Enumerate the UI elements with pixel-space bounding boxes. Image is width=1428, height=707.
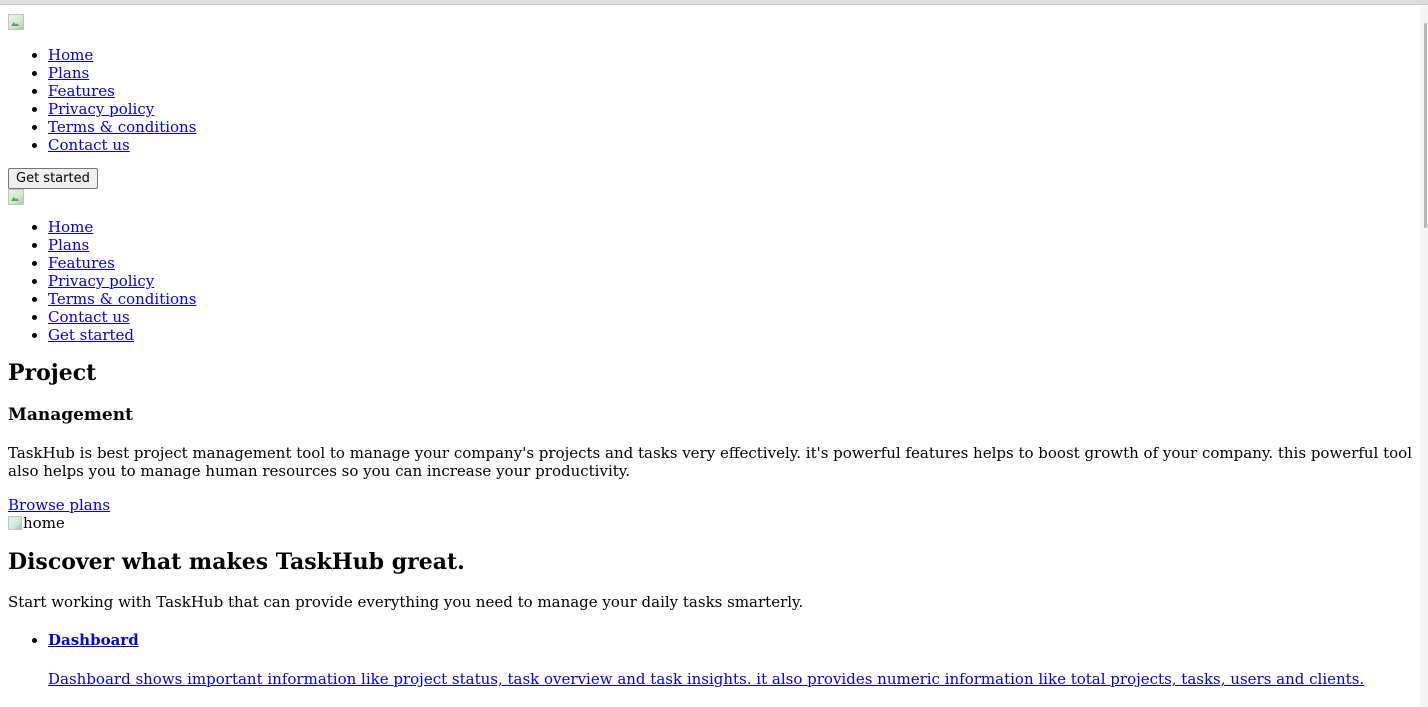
nav-item-privacy: Privacy policy: [48, 100, 1418, 118]
nav-item-features: Features: [48, 82, 1418, 100]
hero-subtitle: Management: [8, 405, 133, 425]
nav-item-plans: Plans: [48, 64, 1418, 82]
discover-intro: Start working with TaskHub that can prov…: [8, 593, 804, 611]
feature-title: Dashboard: [48, 631, 139, 649]
mobile-nav-item-get-started: Get started: [48, 326, 1418, 344]
logo-image: [8, 14, 24, 30]
hero-image-alt-text: home: [23, 514, 65, 532]
hero-title: Project: [8, 360, 97, 386]
nav-item-home: Home: [48, 46, 1418, 64]
mobile-nav-item-contact: Contact us: [48, 308, 1418, 326]
page-scrollbar[interactable]: [1420, 5, 1428, 707]
mobile-nav-link-terms[interactable]: Terms & conditions: [48, 290, 196, 308]
mobile-nav-link-get-started[interactable]: Get started: [48, 326, 134, 344]
mobile-nav-item-terms: Terms & conditions: [48, 290, 1418, 308]
nav-item-terms: Terms & conditions: [48, 118, 1418, 136]
mobile-nav-link-features[interactable]: Features: [48, 254, 115, 272]
nav-item-contact: Contact us: [48, 136, 1418, 154]
page-content: Home Plans Features Privacy policy Terms…: [8, 14, 1418, 688]
hero-image: home: [8, 514, 1418, 532]
get-started-button[interactable]: Get started: [8, 168, 98, 189]
nav-link-home[interactable]: Home: [48, 46, 93, 64]
browser-top-edge: [0, 0, 1428, 5]
feature-description: Dashboard shows important information li…: [48, 670, 1365, 688]
feature-list: Dashboard Dashboard shows important info…: [8, 631, 1418, 688]
mobile-nav-item-features: Features: [48, 254, 1418, 272]
mobile-nav-item-privacy: Privacy policy: [48, 272, 1418, 290]
mobile-nav-link-contact[interactable]: Contact us: [48, 308, 130, 326]
feature-link-dashboard[interactable]: Dashboard Dashboard shows important info…: [48, 631, 1418, 688]
mobile-logo-image: [8, 189, 24, 205]
discover-title: Discover what makes TaskHub great.: [8, 549, 465, 575]
mobile-nav: Home Plans Features Privacy policy Terms…: [8, 218, 1418, 344]
hero-description: TaskHub is best project management tool …: [8, 444, 1413, 480]
mobile-nav-item-home: Home: [48, 218, 1418, 236]
top-nav: Home Plans Features Privacy policy Terms…: [8, 46, 1418, 154]
nav-link-features[interactable]: Features: [48, 82, 115, 100]
mobile-nav-link-privacy[interactable]: Privacy policy: [48, 272, 154, 290]
feature-item-dashboard: Dashboard Dashboard shows important info…: [48, 631, 1418, 688]
mobile-nav-item-plans: Plans: [48, 236, 1418, 254]
nav-link-terms[interactable]: Terms & conditions: [48, 118, 196, 136]
browse-plans-link[interactable]: Browse plans: [8, 496, 1418, 514]
scrollbar-thumb[interactable]: [1424, 23, 1427, 228]
mobile-nav-link-home[interactable]: Home: [48, 218, 93, 236]
nav-link-contact[interactable]: Contact us: [48, 136, 130, 154]
nav-link-plans[interactable]: Plans: [48, 64, 89, 82]
nav-link-privacy[interactable]: Privacy policy: [48, 100, 154, 118]
broken-image-icon: [8, 516, 22, 530]
mobile-nav-link-plans[interactable]: Plans: [48, 236, 89, 254]
